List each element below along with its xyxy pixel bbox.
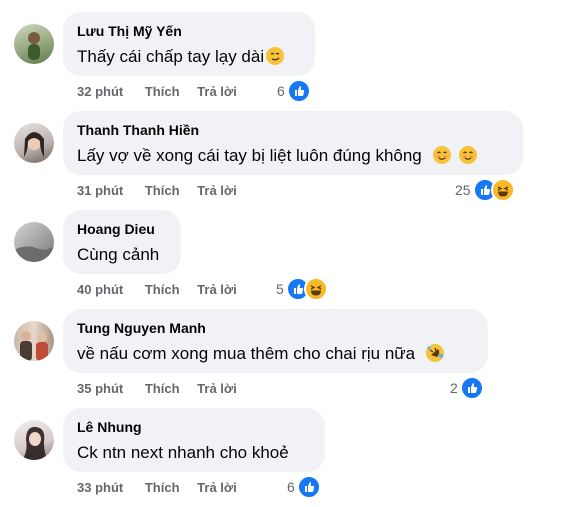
commenter-name[interactable]: Lưu Thị Mỹ Yến	[77, 22, 301, 40]
avatar-photo	[14, 246, 54, 262]
comment-text-content: Ck ntn next nhanh cho khoẻ	[77, 443, 289, 462]
reply-button[interactable]: Trả lời	[197, 381, 237, 396]
comment-time[interactable]: 32 phút	[77, 84, 123, 99]
reply-button[interactable]: Trả lời	[197, 84, 237, 99]
comment-actions: 31 phút Thích Trả lời	[77, 183, 237, 198]
avatar[interactable]	[14, 24, 54, 64]
reaction-summary[interactable]: 6	[287, 475, 321, 499]
avatar[interactable]	[14, 420, 54, 460]
commenter-name[interactable]: Hoang Dieu	[77, 220, 167, 238]
commenter-name[interactable]: Thanh Thanh Hiền	[77, 121, 509, 139]
comment-bubble: Lê Nhung Ck ntn next nhanh cho khoẻ	[63, 408, 325, 472]
comment-text-content: về nấu cơm xong mua thêm cho chai rịu nữ…	[77, 344, 416, 363]
like-reaction-icon	[286, 79, 311, 103]
reaction-summary[interactable]: 5	[276, 277, 328, 301]
reply-button[interactable]: Trả lời	[197, 183, 237, 198]
like-button[interactable]: Thích	[145, 183, 180, 198]
comment: Thanh Thanh Hiền Lấy vợ về xong cái tay …	[0, 111, 563, 210]
comment: Tung Nguyen Manh về nấu cơm xong mua thê…	[0, 309, 563, 408]
like-reaction-icon	[459, 376, 484, 400]
like-button[interactable]: Thích	[145, 480, 180, 495]
reaction-summary[interactable]: 6	[277, 79, 311, 103]
reaction-count: 6	[287, 479, 295, 495]
rolling-laughing-emoji-icon	[425, 344, 444, 362]
comment: Lưu Thị Mỹ Yến Thấy cái chấp tay lạy dài…	[0, 12, 563, 111]
avatar[interactable]	[14, 321, 54, 361]
avatar-photo	[22, 426, 48, 460]
reaction-summary[interactable]: 25	[455, 178, 515, 202]
comment-actions: 35 phút Thích Trả lời	[77, 381, 237, 396]
reaction-count: 2	[450, 380, 458, 396]
comment-text: về nấu cơm xong mua thêm cho chai rịu nữ…	[77, 342, 474, 366]
comment-actions: 40 phút Thích Trả lời	[77, 282, 237, 297]
smirk-emoji-icon	[266, 47, 285, 65]
avatar[interactable]	[14, 222, 54, 262]
reaction-count: 6	[277, 83, 285, 99]
comment: Hoang Dieu Cùng cảnh 40 phút Thích Trả l…	[0, 210, 563, 309]
reply-button[interactable]: Trả lời	[197, 282, 237, 297]
comment-bubble: Thanh Thanh Hiền Lấy vợ về xong cái tay …	[63, 111, 523, 175]
comment-text: Thấy cái chấp tay lạy dài	[77, 45, 301, 69]
comment-bubble: Hoang Dieu Cùng cảnh	[63, 210, 181, 274]
reaction-count: 5	[276, 281, 284, 297]
smile-emoji-icon	[432, 146, 451, 164]
comment-bubble: Lưu Thị Mỹ Yến Thấy cái chấp tay lạy dài	[63, 12, 315, 76]
avatar-photo	[28, 32, 40, 60]
comment-time[interactable]: 33 phút	[77, 480, 123, 495]
comment-actions: 33 phút Thích Trả lời	[77, 480, 237, 495]
comment-text-content: Cùng cảnh	[77, 245, 160, 264]
like-button[interactable]: Thích	[145, 282, 180, 297]
comment-actions: 32 phút Thích Trả lời	[77, 84, 237, 99]
commenter-name[interactable]: Lê Nhung	[77, 418, 311, 436]
comment-time[interactable]: 40 phút	[77, 282, 123, 297]
avatar-photo	[24, 132, 44, 157]
reply-button[interactable]: Trả lời	[197, 480, 237, 495]
reaction-summary[interactable]: 2	[450, 376, 484, 400]
haha-reaction-icon	[490, 178, 515, 202]
comment-bubble: Tung Nguyen Manh về nấu cơm xong mua thê…	[63, 309, 488, 373]
comment: Lê Nhung Ck ntn next nhanh cho khoẻ 33 p…	[0, 408, 563, 507]
avatar-photo	[20, 331, 48, 361]
avatar[interactable]	[14, 123, 54, 163]
commenter-name[interactable]: Tung Nguyen Manh	[77, 319, 474, 337]
comment-text: Lấy vợ về xong cái tay bị liệt luôn đúng…	[77, 144, 509, 168]
comment-time[interactable]: 35 phút	[77, 381, 123, 396]
smile-emoji-icon	[459, 146, 478, 164]
comment-time[interactable]: 31 phút	[77, 183, 123, 198]
comment-text: Cùng cảnh	[77, 243, 167, 267]
haha-reaction-icon	[303, 277, 328, 301]
like-button[interactable]: Thích	[145, 84, 180, 99]
comment-text: Ck ntn next nhanh cho khoẻ	[77, 441, 311, 465]
reaction-count: 25	[455, 182, 471, 198]
comment-text-content: Thấy cái chấp tay lạy dài	[77, 47, 265, 66]
like-reaction-icon	[296, 475, 321, 499]
like-button[interactable]: Thích	[145, 381, 180, 396]
comment-text-content: Lấy vợ về xong cái tay bị liệt luôn đúng…	[77, 146, 422, 165]
